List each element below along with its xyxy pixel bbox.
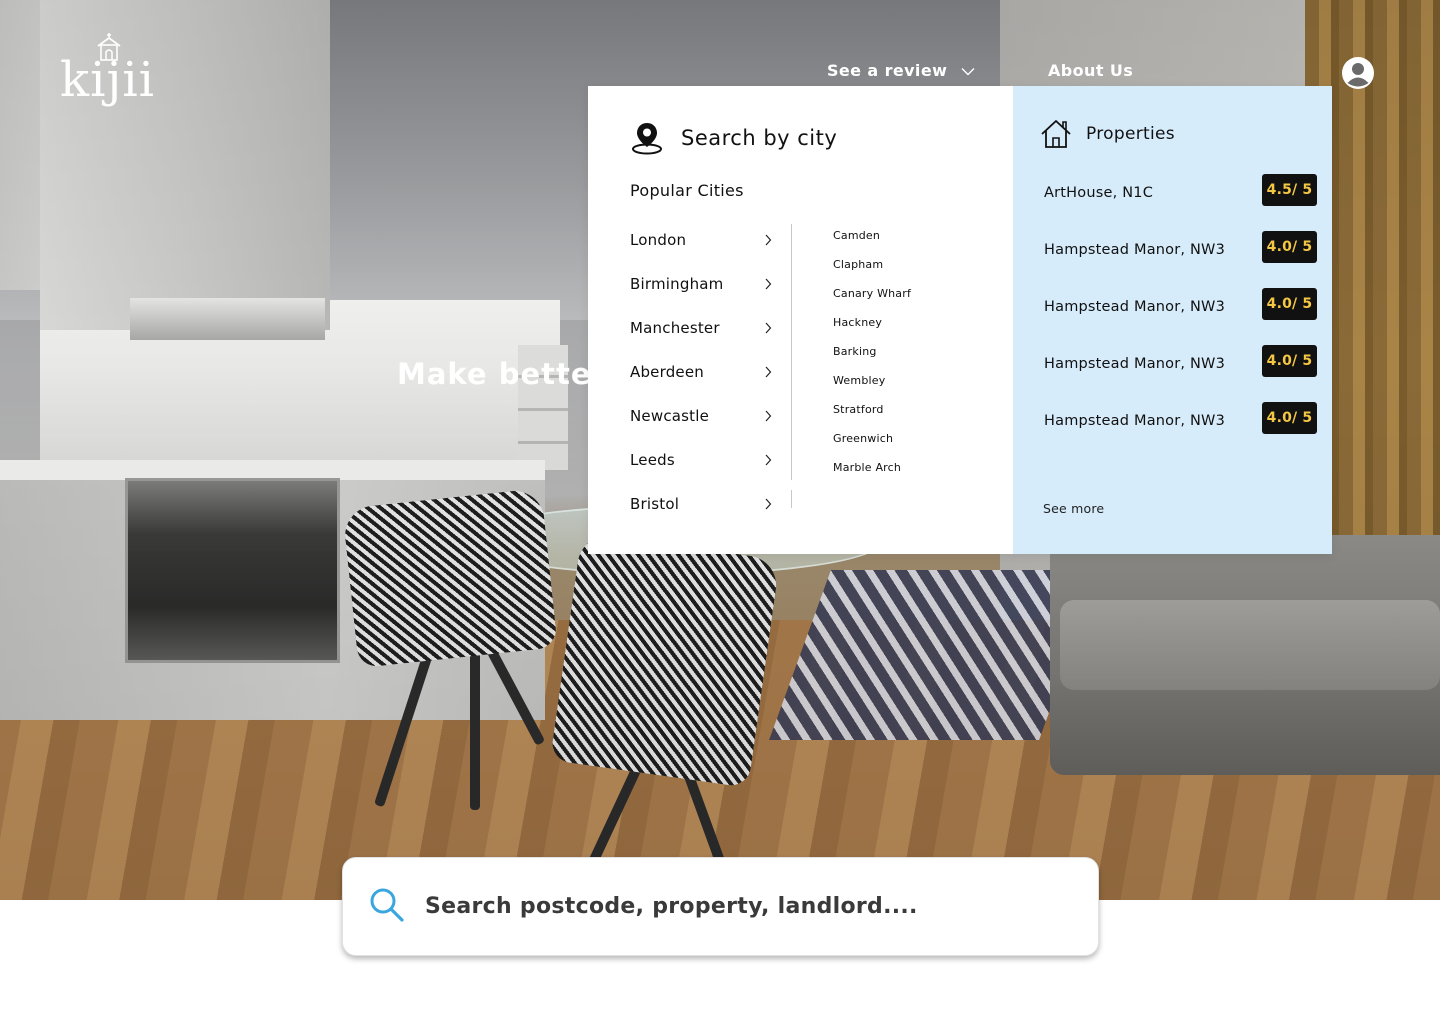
search-input[interactable] bbox=[425, 882, 1065, 930]
property-name: Hampstead Manor, NW3 bbox=[1044, 242, 1226, 258]
properties-heading[interactable]: Properties bbox=[1040, 118, 1175, 150]
city-name: Newcastle bbox=[630, 407, 710, 425]
user-circle-icon[interactable] bbox=[1341, 56, 1375, 90]
search-by-city-heading[interactable]: Search by city bbox=[630, 121, 837, 155]
property-item[interactable]: Hampstead Manor, NW3 4.0/ 5 bbox=[1013, 402, 1332, 459]
property-name: Hampstead Manor, NW3 bbox=[1044, 299, 1226, 315]
rating-badge: 4.0/ 5 bbox=[1262, 231, 1317, 263]
property-list: ArtHouse, N1C 4.5/ 5 Hampstead Manor, NW… bbox=[1013, 174, 1332, 459]
chevron-right-icon bbox=[765, 410, 772, 422]
hero-headline: Make better bbox=[397, 357, 607, 391]
search-by-city-title: Search by city bbox=[681, 126, 838, 150]
city-item-newcastle[interactable]: Newcastle bbox=[630, 400, 772, 444]
rating-badge: 4.5/ 5 bbox=[1262, 174, 1317, 206]
chevron-right-icon bbox=[765, 454, 772, 466]
chevron-right-icon bbox=[765, 498, 772, 510]
chevron-right-icon bbox=[765, 366, 772, 378]
city-item-aberdeen[interactable]: Aberdeen bbox=[630, 356, 772, 400]
city-name: Manchester bbox=[630, 319, 720, 337]
chevron-right-icon bbox=[765, 278, 772, 290]
area-item-wembley[interactable]: Wembley bbox=[833, 374, 911, 403]
rating-badge: 4.0/ 5 bbox=[1262, 288, 1317, 320]
city-item-bristol[interactable]: Bristol bbox=[630, 488, 772, 532]
rating-badge: 4.0/ 5 bbox=[1262, 345, 1317, 377]
location-pin-icon bbox=[632, 123, 662, 155]
city-item-london[interactable]: London bbox=[630, 224, 772, 268]
city-name: Aberdeen bbox=[630, 363, 704, 381]
property-name: Hampstead Manor, NW3 bbox=[1044, 356, 1226, 372]
city-item-birmingham[interactable]: Birmingham bbox=[630, 268, 772, 312]
area-item-stratford[interactable]: Stratford bbox=[833, 403, 911, 432]
brand-logo[interactable]: kijii bbox=[60, 32, 160, 112]
area-item-barking[interactable]: Barking bbox=[833, 345, 911, 374]
chevron-down-icon bbox=[961, 68, 975, 76]
area-item-canary-wharf[interactable]: Canary Wharf bbox=[833, 287, 911, 316]
nav-about-us[interactable]: About Us bbox=[1048, 61, 1133, 80]
nav-see-a-review-label: See a review bbox=[827, 61, 948, 80]
chevron-right-icon bbox=[765, 322, 772, 334]
city-name: Birmingham bbox=[630, 275, 724, 293]
area-item-camden[interactable]: Camden bbox=[833, 229, 911, 258]
property-item[interactable]: Hampstead Manor, NW3 4.0/ 5 bbox=[1013, 231, 1332, 288]
area-item-hackney[interactable]: Hackney bbox=[833, 316, 911, 345]
area-item-clapham[interactable]: Clapham bbox=[833, 258, 911, 287]
area-item-greenwich[interactable]: Greenwich bbox=[833, 432, 911, 461]
city-name: Bristol bbox=[630, 495, 680, 513]
city-item-manchester[interactable]: Manchester bbox=[630, 312, 772, 356]
city-item-leeds[interactable]: Leeds bbox=[630, 444, 772, 488]
city-name: London bbox=[630, 231, 687, 249]
city-name: Leeds bbox=[630, 451, 675, 469]
property-name: ArtHouse, N1C bbox=[1044, 185, 1154, 201]
nav-see-a-review[interactable]: See a review bbox=[827, 61, 975, 80]
property-name: Hampstead Manor, NW3 bbox=[1044, 413, 1226, 429]
search-icon[interactable] bbox=[369, 887, 405, 923]
area-item-marble-arch[interactable]: Marble Arch bbox=[833, 461, 911, 490]
city-panel: Search by city Popular Cities London Bir… bbox=[588, 86, 1013, 554]
chevron-right-icon bbox=[765, 234, 772, 246]
property-item[interactable]: ArtHouse, N1C 4.5/ 5 bbox=[1013, 174, 1332, 231]
city-list: London Birmingham Manchester Aberdeen Ne… bbox=[630, 224, 772, 532]
properties-title: Properties bbox=[1086, 124, 1175, 144]
property-item[interactable]: Hampstead Manor, NW3 4.0/ 5 bbox=[1013, 288, 1332, 345]
popular-cities-label: Popular Cities bbox=[630, 181, 744, 200]
house-outline-icon bbox=[1041, 120, 1071, 148]
search-bar bbox=[342, 857, 1099, 956]
city-divider bbox=[791, 224, 792, 480]
review-dropdown: Search by city Popular Cities London Bir… bbox=[588, 86, 1332, 554]
rating-badge: 4.0/ 5 bbox=[1262, 402, 1317, 434]
property-item[interactable]: Hampstead Manor, NW3 4.0/ 5 bbox=[1013, 345, 1332, 402]
see-more-link[interactable]: See more bbox=[1043, 501, 1104, 516]
city-divider bbox=[791, 490, 792, 508]
properties-panel: Properties ArtHouse, N1C 4.5/ 5 Hampstea… bbox=[1013, 86, 1332, 554]
brand-name: kijii bbox=[60, 52, 156, 108]
area-list: Camden Clapham Canary Wharf Hackney Bark… bbox=[833, 229, 911, 490]
